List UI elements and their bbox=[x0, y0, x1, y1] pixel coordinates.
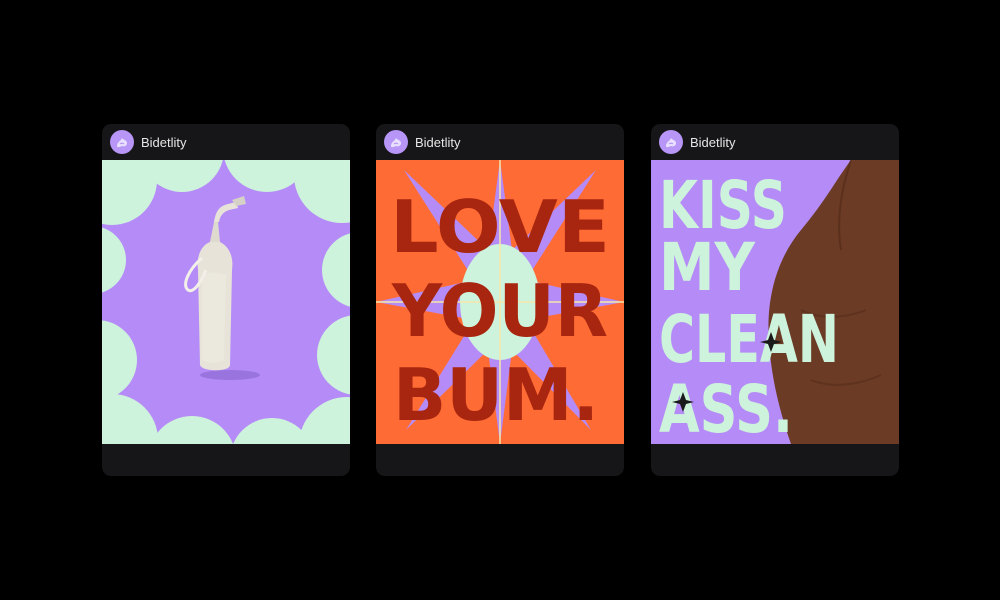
account-name[interactable]: Bidetlity bbox=[690, 135, 736, 150]
post-header[interactable]: Bidetlity bbox=[651, 124, 899, 160]
headline-line: BUM. bbox=[393, 353, 599, 437]
bidet-logo-icon[interactable] bbox=[659, 130, 683, 154]
bidet-logo-icon[interactable] bbox=[110, 130, 134, 154]
post-card-bottle: Bidetlity bbox=[102, 124, 350, 476]
headline-line: ASS. bbox=[659, 371, 793, 444]
post-footer bbox=[376, 444, 624, 476]
bidet-logo-icon[interactable] bbox=[384, 130, 408, 154]
post-header[interactable]: Bidetlity bbox=[102, 124, 350, 160]
account-name[interactable]: Bidetlity bbox=[141, 135, 187, 150]
headline-line: LOVE bbox=[390, 185, 610, 269]
post-footer bbox=[102, 444, 350, 476]
post-card-love-your-bum: Bidetlity LOVE YOUR BUM. bbox=[376, 124, 624, 476]
headline-line: MY bbox=[659, 229, 756, 306]
post-image[interactable] bbox=[102, 160, 350, 444]
post-card-kiss-my-clean-ass: Bidetlity KISS MY CLEAN ASS. bbox=[651, 124, 899, 476]
post-footer bbox=[651, 444, 899, 476]
headline-line: CLEAN bbox=[659, 301, 839, 378]
post-header[interactable]: Bidetlity bbox=[376, 124, 624, 160]
post-image[interactable]: KISS MY CLEAN ASS. bbox=[651, 160, 899, 444]
headline-line: YOUR bbox=[391, 269, 608, 353]
post-image[interactable]: LOVE YOUR BUM. bbox=[376, 160, 624, 444]
account-name[interactable]: Bidetlity bbox=[415, 135, 461, 150]
